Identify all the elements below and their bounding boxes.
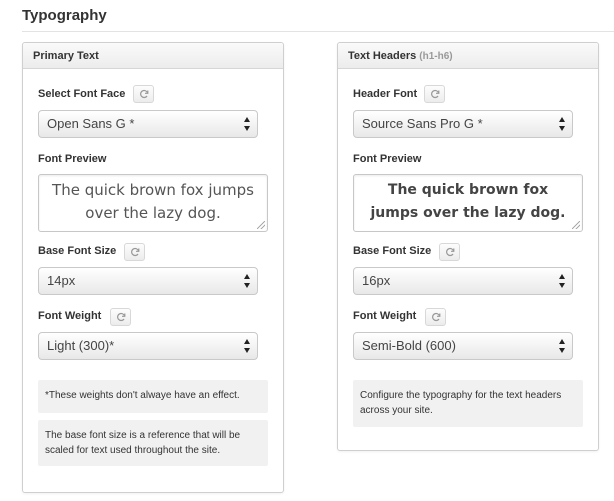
- refresh-icon: [431, 312, 440, 322]
- font-preview-label: Font Preview: [353, 153, 422, 165]
- headers-note: Configure the typography for the text he…: [353, 380, 583, 427]
- panel-title: Primary Text: [33, 50, 99, 62]
- panel-header: Text Headers (h1-h6): [338, 43, 598, 69]
- header-font-select[interactable]: Source Sans Pro G *: [353, 110, 573, 138]
- header-preview-textarea[interactable]: The quick brown fox jumps over the lazy …: [353, 174, 583, 232]
- text-headers-panel: Text Headers (h1-h6) Header Font Source S…: [337, 42, 599, 451]
- reset-header-weight-button[interactable]: [425, 308, 446, 326]
- base-font-size-label: Base Font Size: [38, 245, 117, 257]
- font-preview-textarea[interactable]: The quick brown fox jumps over the lazy …: [38, 174, 268, 232]
- primary-text-panel: Primary Text Select Font Face Open Sans …: [22, 42, 284, 493]
- header-base-size-select[interactable]: 16px: [353, 267, 573, 295]
- select-arrows-icon: [559, 274, 566, 288]
- select-arrows-icon: [244, 274, 251, 288]
- select-arrows-icon: [559, 339, 566, 353]
- refresh-icon: [130, 247, 139, 257]
- refresh-icon: [445, 247, 454, 257]
- font-weight-value: Light (300)*: [47, 338, 115, 353]
- reset-header-size-button[interactable]: [439, 243, 460, 261]
- panel-subtitle: (h1-h6): [419, 51, 453, 62]
- font-weight-label: Font Weight: [353, 310, 417, 322]
- font-weight-label: Font Weight: [38, 310, 102, 322]
- reset-font-weight-button[interactable]: [110, 308, 131, 326]
- font-weight-select[interactable]: Light (300)*: [38, 332, 258, 360]
- base-font-size-select[interactable]: 14px: [38, 267, 258, 295]
- panel-header: Primary Text: [23, 43, 283, 69]
- font-preview-label: Font Preview: [38, 153, 107, 165]
- refresh-icon: [430, 89, 439, 99]
- header-base-size-value: 16px: [362, 273, 391, 288]
- font-face-select[interactable]: Open Sans G *: [38, 110, 258, 138]
- refresh-icon: [139, 89, 148, 99]
- base-font-size-value: 14px: [47, 273, 76, 288]
- header-preview-text: The quick brown fox jumps over the lazy …: [370, 182, 566, 221]
- reset-base-size-button[interactable]: [124, 243, 145, 261]
- header-weight-value: Semi-Bold (600): [362, 338, 456, 353]
- select-arrows-icon: [244, 117, 251, 131]
- header-font-value: Source Sans Pro G *: [362, 116, 483, 131]
- header-font-label: Header Font: [353, 88, 418, 100]
- font-face-value: Open Sans G *: [47, 116, 135, 131]
- font-face-label: Select Font Face: [38, 88, 126, 100]
- header-weight-select[interactable]: Semi-Bold (600): [353, 332, 573, 360]
- select-arrows-icon: [559, 117, 566, 131]
- font-preview-text: The quick brown fox jumps over the lazy …: [52, 181, 254, 222]
- resize-handle-icon[interactable]: [257, 221, 265, 229]
- weights-note: *These weights don't alwaye have an effe…: [38, 380, 268, 413]
- base-font-size-label: Base Font Size: [353, 245, 432, 257]
- refresh-icon: [116, 312, 125, 322]
- panel-title: Text Headers: [348, 50, 417, 62]
- section-title: Typography: [22, 7, 107, 24]
- resize-handle-icon[interactable]: [572, 221, 580, 229]
- select-arrows-icon: [244, 339, 251, 353]
- reset-header-font-button[interactable]: [424, 85, 445, 103]
- base-size-note: The base font size is a reference that w…: [38, 420, 268, 466]
- section-divider: [22, 31, 614, 32]
- reset-font-face-button[interactable]: [133, 85, 154, 103]
